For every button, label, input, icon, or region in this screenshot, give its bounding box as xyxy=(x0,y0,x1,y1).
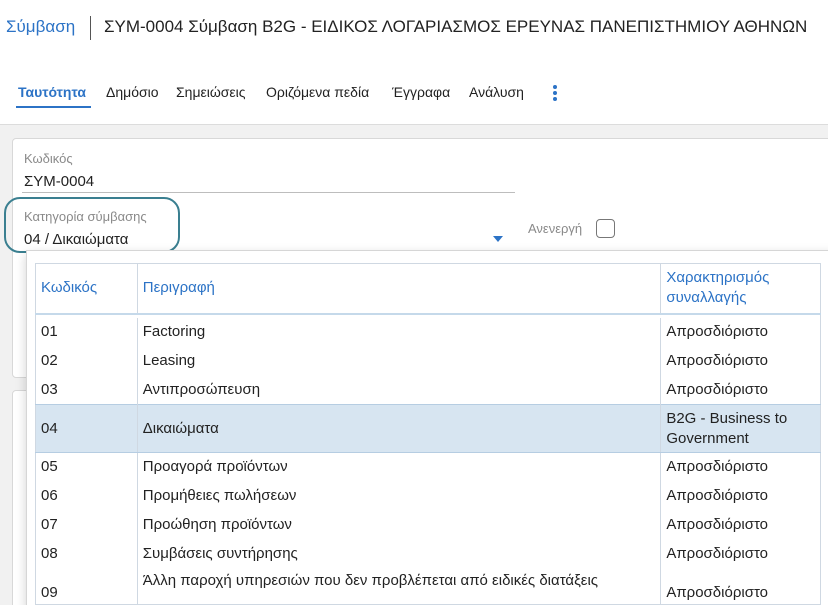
row-description: Δικαιώματα xyxy=(137,404,662,453)
row-description: Factoring xyxy=(137,317,662,347)
row-code: 08 xyxy=(35,539,138,569)
row-description: Προώθηση προϊόντων xyxy=(137,510,662,540)
tab-public[interactable]: Δημόσιο xyxy=(106,84,159,100)
row-code: 07 xyxy=(35,510,138,540)
table-row[interactable]: 03 Αντιπροσώπευση Απροσδιόριστο xyxy=(35,375,821,405)
category-label: Κατηγορία σύμβασης xyxy=(24,209,147,224)
inactive-checkbox[interactable] xyxy=(596,219,615,238)
row-code: 06 xyxy=(35,481,138,511)
row-description: Άλλη παροχή υπηρεσιών που δεν προβλέπετα… xyxy=(137,568,662,605)
row-transaction-type: Απροσδιόριστο xyxy=(666,458,769,476)
category-dropdown: Κωδικός Περιγραφή Χαρακτηρισμός συναλλαγ… xyxy=(26,250,828,605)
row-code: 03 xyxy=(35,375,138,405)
inactive-label: Ανενεργή xyxy=(528,221,583,236)
row-transaction-type: Απροσδιόριστο xyxy=(666,323,769,340)
row-description: Αντιπροσώπευση xyxy=(137,375,662,405)
active-tab-indicator xyxy=(16,106,91,108)
tab-documents[interactable]: Έγγραφα xyxy=(392,84,450,100)
code-field[interactable]: ΣΥΜ-0004 xyxy=(24,173,94,190)
table-row[interactable]: 07 Προώθηση προϊόντων Απροσδιόριστο xyxy=(35,510,821,540)
table-row-selected[interactable]: 04 Δικαιώματα B2G - Business to Governme… xyxy=(35,404,821,453)
row-transaction-type: Απροσδιόριστο xyxy=(666,352,769,369)
row-code: 09 xyxy=(35,568,138,605)
caret-down-icon[interactable] xyxy=(493,236,503,242)
table-row[interactable]: 09 Άλλη παροχή υπηρεσιών που δεν προβλέπ… xyxy=(35,568,821,605)
tab-notes[interactable]: Σημειώσεις xyxy=(176,84,246,100)
row-transaction-type: Απροσδιόριστο xyxy=(666,380,769,398)
row-description: Προμήθειες πωλήσεων xyxy=(137,481,662,511)
row-transaction-type: Απροσδιόριστο xyxy=(666,487,769,504)
page-title: ΣΥΜ-0004 Σύμβαση B2G - ΕΙΔΙΚΟΣ ΛΟΓΑΡΙΑΣΜ… xyxy=(104,17,808,36)
category-select[interactable]: 04 / Δικαιώματα xyxy=(24,231,128,248)
table-row[interactable]: 06 Προμήθειες πωλήσεων Απροσδιόριστο xyxy=(35,481,821,511)
table-header-row: Κωδικός Περιγραφή Χαρακτηρισμός συναλλαγ… xyxy=(35,263,821,315)
more-options-icon[interactable] xyxy=(546,82,564,104)
row-transaction-type: Απροσδιόριστο xyxy=(666,545,769,562)
row-code: 05 xyxy=(35,452,138,482)
row-code: 02 xyxy=(35,346,138,376)
row-transaction-type: Απροσδιόριστο xyxy=(666,583,769,601)
row-transaction-type: Απροσδιόριστο xyxy=(666,516,769,533)
row-description: Leasing xyxy=(137,346,662,376)
row-code: 01 xyxy=(35,317,138,347)
table-row[interactable]: 08 Συμβάσεις συντήρησης Απροσδιόριστο xyxy=(35,539,821,569)
page-header: Σύμβαση ΣΥΜ-0004 Σύμβαση B2G - ΕΙΔΙΚΟΣ Λ… xyxy=(0,0,828,56)
tab-identity[interactable]: Ταυτότητα xyxy=(18,84,86,100)
column-header-code[interactable]: Κωδικός xyxy=(35,263,138,315)
column-header-transaction-type[interactable]: Χαρακτηρισμός συναλλαγής xyxy=(660,263,821,315)
column-header-description[interactable]: Περιγραφή xyxy=(137,263,662,315)
category-table: Κωδικός Περιγραφή Χαρακτηρισμός συναλλαγ… xyxy=(35,263,821,605)
table-row[interactable]: 02 Leasing Απροσδιόριστο xyxy=(35,346,821,376)
page: Σύμβαση ΣΥΜ-0004 Σύμβαση B2G - ΕΙΔΙΚΟΣ Λ… xyxy=(0,0,828,605)
tab-analysis[interactable]: Ανάλυση xyxy=(469,84,524,100)
row-transaction-type: B2G - Business to Government xyxy=(660,404,821,453)
table-row[interactable]: 01 Factoring Απροσδιόριστο xyxy=(35,317,821,347)
row-description: Συμβάσεις συντήρησης xyxy=(137,539,662,569)
breadcrumb-link[interactable]: Σύμβαση xyxy=(6,17,75,37)
breadcrumb-separator xyxy=(90,16,91,40)
tab-defined-fields[interactable]: Οριζόμενα πεδία xyxy=(266,84,369,100)
row-description: Προαγορά προϊόντων xyxy=(137,452,662,482)
code-field-underline xyxy=(22,192,515,193)
table-row[interactable]: 05 Προαγορά προϊόντων Απροσδιόριστο xyxy=(35,452,821,482)
code-label: Κωδικός xyxy=(24,151,73,166)
row-code: 04 xyxy=(35,404,138,453)
tab-bar: Ταυτότητα Δημόσιο Σημειώσεις Οριζόμενα π… xyxy=(0,80,828,112)
